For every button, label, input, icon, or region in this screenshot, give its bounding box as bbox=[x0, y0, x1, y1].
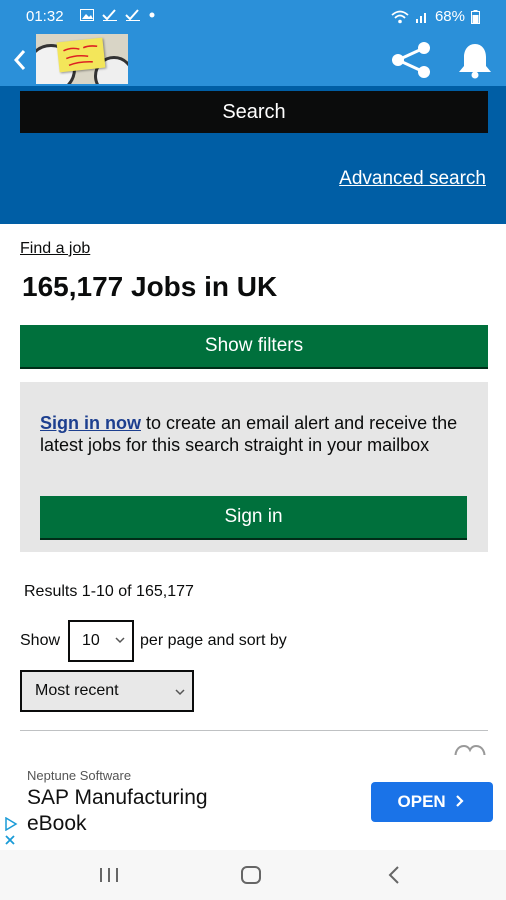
back-icon bbox=[13, 50, 26, 70]
per-page-value: 10 bbox=[82, 632, 100, 649]
breadcrumb-find-a-job[interactable]: Find a job bbox=[20, 240, 90, 258]
alert-message: Sign in now to create an email alert and… bbox=[40, 413, 470, 456]
share-icon bbox=[392, 42, 430, 78]
status-right: 68% bbox=[391, 8, 480, 25]
close-icon[interactable] bbox=[4, 834, 16, 846]
sign-in-now-link[interactable]: Sign in now bbox=[40, 413, 141, 433]
signal-icon bbox=[415, 12, 426, 23]
email-alert-panel: Sign in now to create an email alert and… bbox=[20, 382, 488, 552]
chevron-right-icon bbox=[456, 795, 465, 807]
ad-advertiser: Neptune Software bbox=[27, 768, 132, 783]
chevron-down-icon bbox=[115, 637, 125, 644]
ad-open-button[interactable]: OPEN bbox=[371, 782, 493, 822]
back-arrow-icon bbox=[388, 866, 399, 884]
sort-value: Most recent bbox=[35, 682, 119, 699]
show-label: Show bbox=[20, 632, 61, 649]
advanced-search-link[interactable]: Advanced search bbox=[339, 168, 486, 190]
notification-icons bbox=[80, 8, 155, 23]
per-page-suffix: per page and sort by bbox=[140, 632, 287, 649]
status-time: 01:32 bbox=[26, 8, 64, 25]
battery-percent: 68% bbox=[434, 8, 465, 25]
home-button[interactable] bbox=[226, 860, 276, 890]
ad-headline-line1: SAP Manufacturing bbox=[27, 786, 208, 809]
check-icon bbox=[125, 9, 141, 21]
ad-headline: SAP Manufacturing eBook bbox=[27, 785, 327, 837]
per-page-select[interactable]: 10 bbox=[68, 620, 135, 662]
search-header: Search Advanced search bbox=[0, 86, 506, 224]
home-icon bbox=[241, 866, 261, 884]
ad-open-label: OPEN bbox=[397, 792, 446, 811]
dot-icon bbox=[149, 12, 155, 18]
adchoices-icon bbox=[5, 816, 18, 832]
app-bar bbox=[0, 34, 506, 86]
recent-apps-icon bbox=[100, 868, 118, 882]
per-page-row: Show 10 per page and sort by bbox=[20, 620, 287, 662]
sign-in-button[interactable]: Sign in bbox=[40, 496, 467, 538]
advertisement-banner[interactable]: Neptune Software SAP Manufacturing eBook… bbox=[0, 755, 506, 850]
ad-choices[interactable] bbox=[4, 816, 18, 849]
recent-apps-button[interactable] bbox=[84, 860, 134, 890]
page-title: 165,177 Jobs in UK bbox=[22, 271, 278, 302]
status-bar: 01:32 68% bbox=[0, 0, 506, 34]
system-nav-bar bbox=[0, 850, 506, 900]
battery-icon bbox=[471, 9, 480, 24]
back-button[interactable] bbox=[6, 44, 34, 76]
share-button[interactable] bbox=[388, 40, 436, 80]
notifications-button[interactable] bbox=[454, 40, 496, 80]
search-button[interactable]: Search bbox=[20, 91, 488, 133]
chevron-down-icon bbox=[175, 689, 185, 696]
results-divider bbox=[20, 730, 488, 731]
sticky-note-graphic bbox=[56, 37, 106, 73]
show-filters-button[interactable]: Show filters bbox=[20, 325, 488, 367]
sort-select[interactable]: Most recent bbox=[20, 670, 194, 712]
bell-icon bbox=[459, 44, 491, 79]
ad-headline-line2: eBook bbox=[27, 812, 87, 835]
app-logo bbox=[36, 34, 128, 84]
wifi-icon bbox=[391, 10, 409, 23]
system-back-button[interactable] bbox=[368, 860, 418, 890]
check-icon bbox=[101, 9, 117, 21]
results-summary: Results 1-10 of 165,177 bbox=[24, 583, 194, 600]
image-icon bbox=[80, 9, 94, 21]
